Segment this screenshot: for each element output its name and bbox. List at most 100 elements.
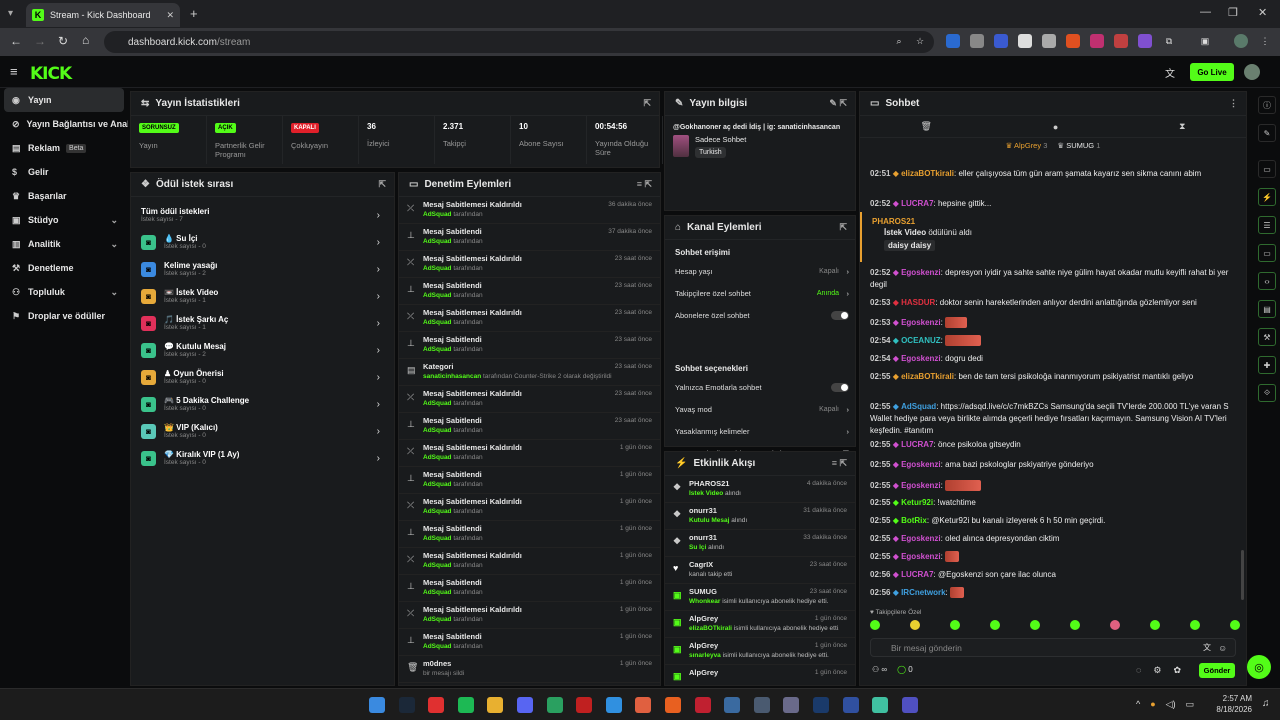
sidebar-item-studio[interactable]: ▣ Stüdyo ⌄ <box>0 208 128 232</box>
extension-icon-4[interactable] <box>1018 34 1032 48</box>
moderator-name[interactable]: AdSquad <box>423 238 452 245</box>
chat-username[interactable]: Egoskenzi <box>901 354 941 363</box>
moderator-name[interactable]: AdSquad <box>423 319 452 326</box>
chat-username[interactable]: OCEANUZ <box>901 336 941 345</box>
chat-username[interactable]: elizaBOTkirali <box>901 372 954 381</box>
back-icon[interactable]: ← <box>10 34 22 48</box>
reward-row[interactable]: ◙ 👑 VIP (Kalıcı) İstek sayısı - 0 › <box>131 419 394 443</box>
moderator-name[interactable]: AdSquad <box>423 346 452 353</box>
reward-row[interactable]: Tüm ödül istekleri İstek sayısı - 7 › <box>131 203 394 227</box>
chat-username[interactable]: elizaBOTkirali <box>901 169 954 178</box>
chat-username[interactable]: LUCRA7 <box>901 570 933 579</box>
bolt-icon[interactable]: ⚡ <box>1258 188 1276 206</box>
chat-username[interactable]: AdSquad <box>901 402 936 411</box>
reload-icon[interactable]: ↻ <box>58 34 68 48</box>
quick-emote[interactable] <box>1110 620 1120 630</box>
popout-icon[interactable]: ⇱ <box>378 179 386 190</box>
home-icon[interactable]: ⌂ <box>82 33 89 47</box>
moderator-name[interactable]: AdSquad <box>423 211 452 218</box>
quick-emote[interactable] <box>1070 620 1080 630</box>
popout-icon[interactable]: ⇱ <box>643 98 651 109</box>
moderator-name[interactable]: AdSquad <box>423 400 452 407</box>
app-icon[interactable] <box>635 697 652 713</box>
app-icon[interactable] <box>753 697 770 713</box>
chat-menu-icon[interactable]: ⋮ <box>1229 98 1238 109</box>
battery-icon[interactable]: ▭ <box>1186 699 1195 710</box>
chat-input[interactable]: Bir mesaj gönderin ☺ 文 <box>870 638 1236 657</box>
chat-bubble-icon[interactable]: ● <box>1053 122 1058 132</box>
zoom-icon[interactable]: ⌕ <box>892 34 906 48</box>
moderator-name[interactable]: AdSquad <box>423 292 452 299</box>
extensions-puzzle-icon[interactable]: ⧉ <box>1162 34 1176 48</box>
clock[interactable]: 2:57 AM 8/18/2026 <box>1212 693 1252 715</box>
quick-emote[interactable] <box>910 620 920 630</box>
chat-username[interactable]: BotRix <box>901 516 927 525</box>
trash-icon[interactable]: 🗑 <box>920 121 931 132</box>
speaker-icon[interactable]: ◁) <box>1166 699 1176 710</box>
go-live-button[interactable]: Go Live <box>1190 63 1234 81</box>
chat-username[interactable]: Egoskenzi <box>901 318 941 327</box>
chat-username[interactable]: Egoskenzi <box>901 534 941 543</box>
extension-icon-6[interactable] <box>1066 34 1080 48</box>
sidepanel-icon[interactable]: ▣ <box>1198 34 1212 48</box>
sidebar-item-hammer[interactable]: ⚒ Denetleme <box>0 256 128 280</box>
moderator-name[interactable]: AdSquad <box>423 508 452 515</box>
steam-icon[interactable] <box>398 697 415 713</box>
points-indicator[interactable]: ◯ 0 <box>897 665 913 674</box>
toggle-switch[interactable] <box>831 310 849 320</box>
reward-row[interactable]: ◙ 💎 Kiralık VIP (1 Ay) İstek sayısı - 0 › <box>131 446 394 470</box>
code-icon[interactable]: ‹› <box>1258 272 1276 290</box>
sidebar-item-users[interactable]: ⚇ Topluluk ⌄ <box>0 280 128 304</box>
extension-icon-3[interactable] <box>994 34 1008 48</box>
app-icon[interactable] <box>872 697 889 713</box>
chat-username[interactable]: IRCnetwork <box>901 588 945 597</box>
chrome-icon[interactable] <box>428 697 445 713</box>
gifter-1[interactable]: ♛ AlpGrey 3 <box>1006 141 1048 150</box>
moderator-name[interactable]: sanaticinhasancan <box>423 373 481 380</box>
reward-row[interactable]: ◙ 🎵 İstek Şarkı Aç İstek sayısı - 1 › <box>131 311 394 335</box>
photoshop-icon[interactable] <box>813 697 829 713</box>
wrench-icon[interactable]: ⚒ <box>1258 328 1276 346</box>
app-icon[interactable] <box>901 697 918 713</box>
chat-username[interactable]: Egoskenzi <box>901 552 941 561</box>
browser-tab[interactable]: K Stream - Kick Dashboard ✕ <box>26 3 180 27</box>
moderator-name[interactable]: AdSquad <box>423 481 452 488</box>
infinity-icon[interactable]: ⚇ ∞ <box>872 665 887 674</box>
moderator-name[interactable]: AdSquad <box>423 454 452 461</box>
reward-row[interactable]: ◙ 📼 İstek Video İstek sayısı - 1 › <box>131 284 394 308</box>
list-icon[interactable]: ☰ <box>1258 216 1276 234</box>
mic-icon[interactable]: ● <box>1150 699 1155 710</box>
extension-icon-7[interactable] <box>1090 34 1104 48</box>
moderator-name[interactable]: AdSquad <box>423 616 452 623</box>
menu-kebab-icon[interactable]: ⋮ <box>1258 34 1272 48</box>
moderator-name[interactable]: AdSquad <box>423 589 452 596</box>
chat-username[interactable]: LUCRA7 <box>901 440 933 449</box>
reward-row[interactable]: ◙ 💬 Kutulu Mesaj İstek sayısı - 2 › <box>131 338 394 362</box>
soundcloud-icon[interactable] <box>665 697 681 713</box>
gift-icon[interactable]: ✿ <box>1173 665 1181 676</box>
moderator-name[interactable]: AdSquad <box>423 427 452 434</box>
hamburger-icon[interactable]: ≡ <box>10 64 18 79</box>
quick-emote[interactable] <box>1150 620 1160 630</box>
close-window-icon[interactable]: ✕ <box>1258 6 1267 19</box>
popout-icon[interactable]: ⇱ <box>839 222 847 233</box>
sidebar-item-link[interactable]: ⊘ Yayın Bağlantısı ve Anahtarı <box>0 112 128 136</box>
reward-row[interactable]: ◙ Kelime yasağı İstek sayısı - 2 › <box>131 257 394 281</box>
notification-bell-icon[interactable]: ♫ <box>1262 698 1270 709</box>
sidebar-item-trophy[interactable]: ♛ Başarılar <box>0 184 128 208</box>
filter-popout-icons[interactable]: ≡ ⇱ <box>637 179 652 190</box>
profile-avatar-icon[interactable] <box>1234 34 1248 48</box>
hourglass-icon[interactable]: ⧗ <box>1179 121 1185 132</box>
translate-icon[interactable]: 文 <box>1203 642 1211 653</box>
extension-icon-2[interactable] <box>970 34 984 48</box>
discord-icon[interactable] <box>517 697 533 713</box>
redeemer-name[interactable]: PHAROS21 <box>872 217 1234 226</box>
app-icon[interactable] <box>783 697 800 713</box>
bookmark-star-icon[interactable]: ☆ <box>913 34 927 48</box>
quick-emote[interactable] <box>1030 620 1040 630</box>
forward-icon[interactable]: → <box>34 34 46 48</box>
channel-setting-row[interactable]: Yasaklanmış kelimeler › <box>675 420 849 442</box>
quick-emote[interactable] <box>950 620 960 630</box>
close-tab-icon[interactable]: ✕ <box>166 10 174 21</box>
chat-username[interactable]: HASDUR <box>901 298 935 307</box>
